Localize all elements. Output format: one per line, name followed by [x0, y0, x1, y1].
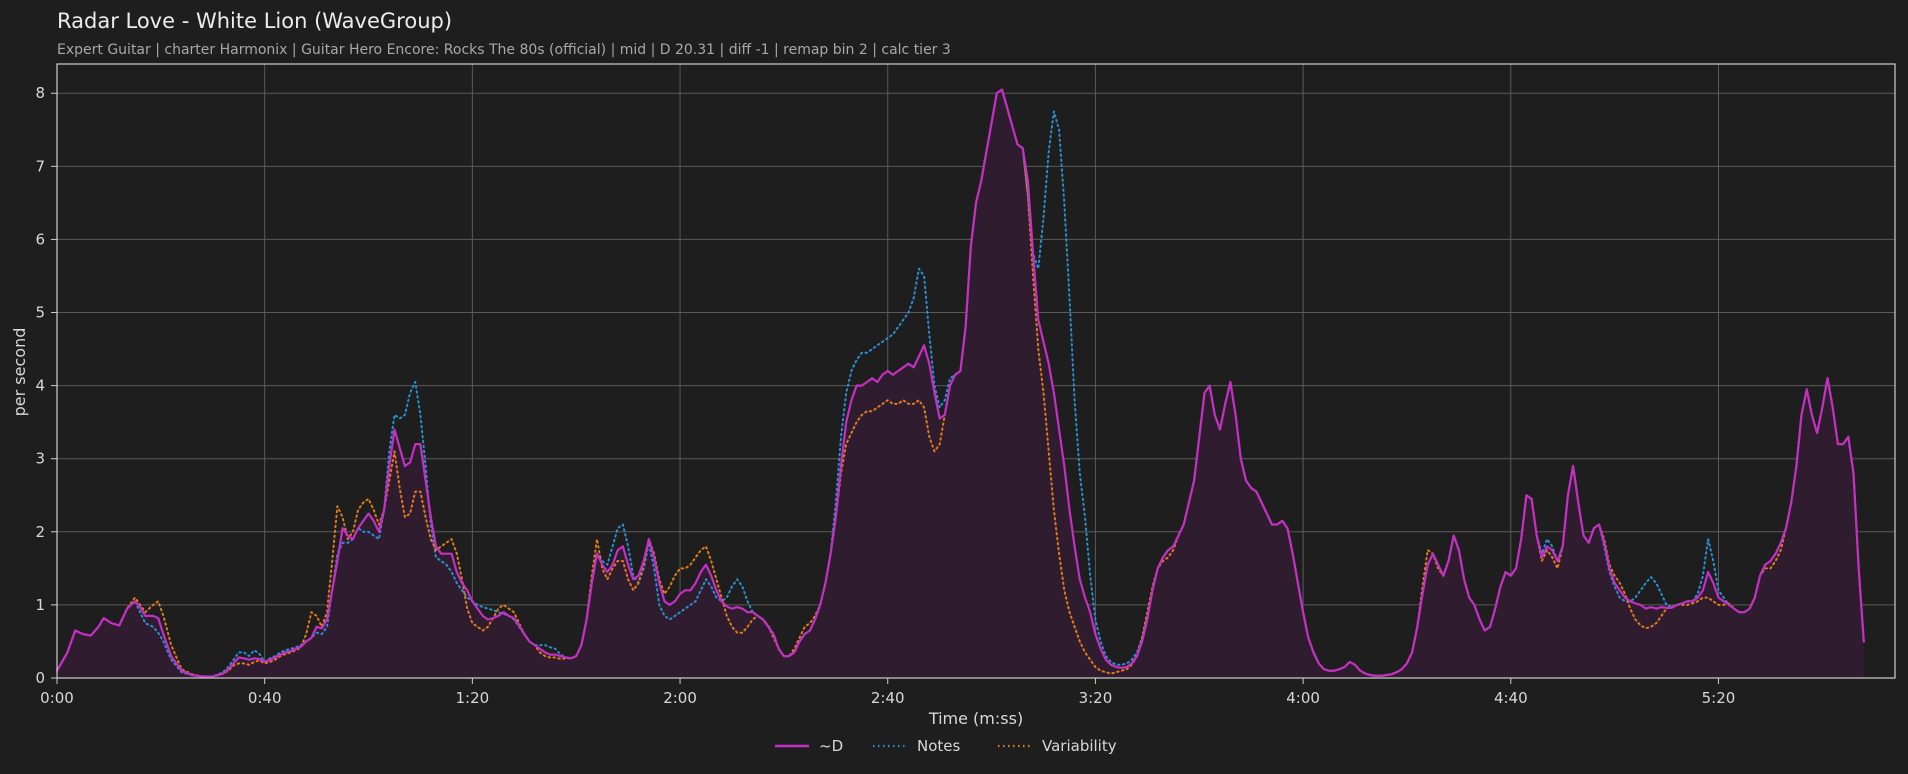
y-tick-label: 0 [35, 669, 45, 687]
x-tick-label: 3:20 [1079, 689, 1113, 707]
y-tick-label: 6 [35, 230, 45, 248]
series-group [55, 88, 1865, 679]
x-tick-label: 4:00 [1286, 689, 1320, 707]
y-axis-label: per second [10, 328, 29, 417]
y-tick-label: 1 [35, 596, 45, 614]
legend: ~D Notes Variability [775, 737, 1117, 755]
chart-subtitle: Expert Guitar | charter Harmonix | Guita… [57, 42, 951, 58]
y-tick-label: 4 [35, 377, 45, 395]
y-tick-label: 5 [35, 304, 45, 322]
chart: Radar Love - White Lion (WaveGroup) Expe… [10, 9, 1896, 755]
legend-label-2: Variability [1042, 737, 1117, 755]
y-tick-label: 2 [35, 523, 45, 541]
x-tick-label: 4:40 [1494, 689, 1528, 707]
legend-label-1: Notes [917, 737, 961, 755]
series-fill-0 [57, 89, 1864, 679]
x-tick-label: 2:00 [663, 689, 697, 707]
x-axis-label: Time (m:ss) [928, 709, 1023, 728]
y-tick-label: 8 [35, 84, 45, 102]
chart-title: Radar Love - White Lion (WaveGroup) [57, 9, 452, 33]
y-tick-label: 7 [35, 157, 45, 175]
legend-label-0: ~D [819, 737, 843, 755]
y-tick-label: 3 [35, 450, 45, 468]
x-tick-label: 5:20 [1702, 689, 1736, 707]
x-tick-label: 1:20 [456, 689, 490, 707]
x-tick-label: 0:00 [40, 689, 74, 707]
x-tick-label: 0:40 [248, 689, 282, 707]
x-tick-label: 2:40 [871, 689, 905, 707]
